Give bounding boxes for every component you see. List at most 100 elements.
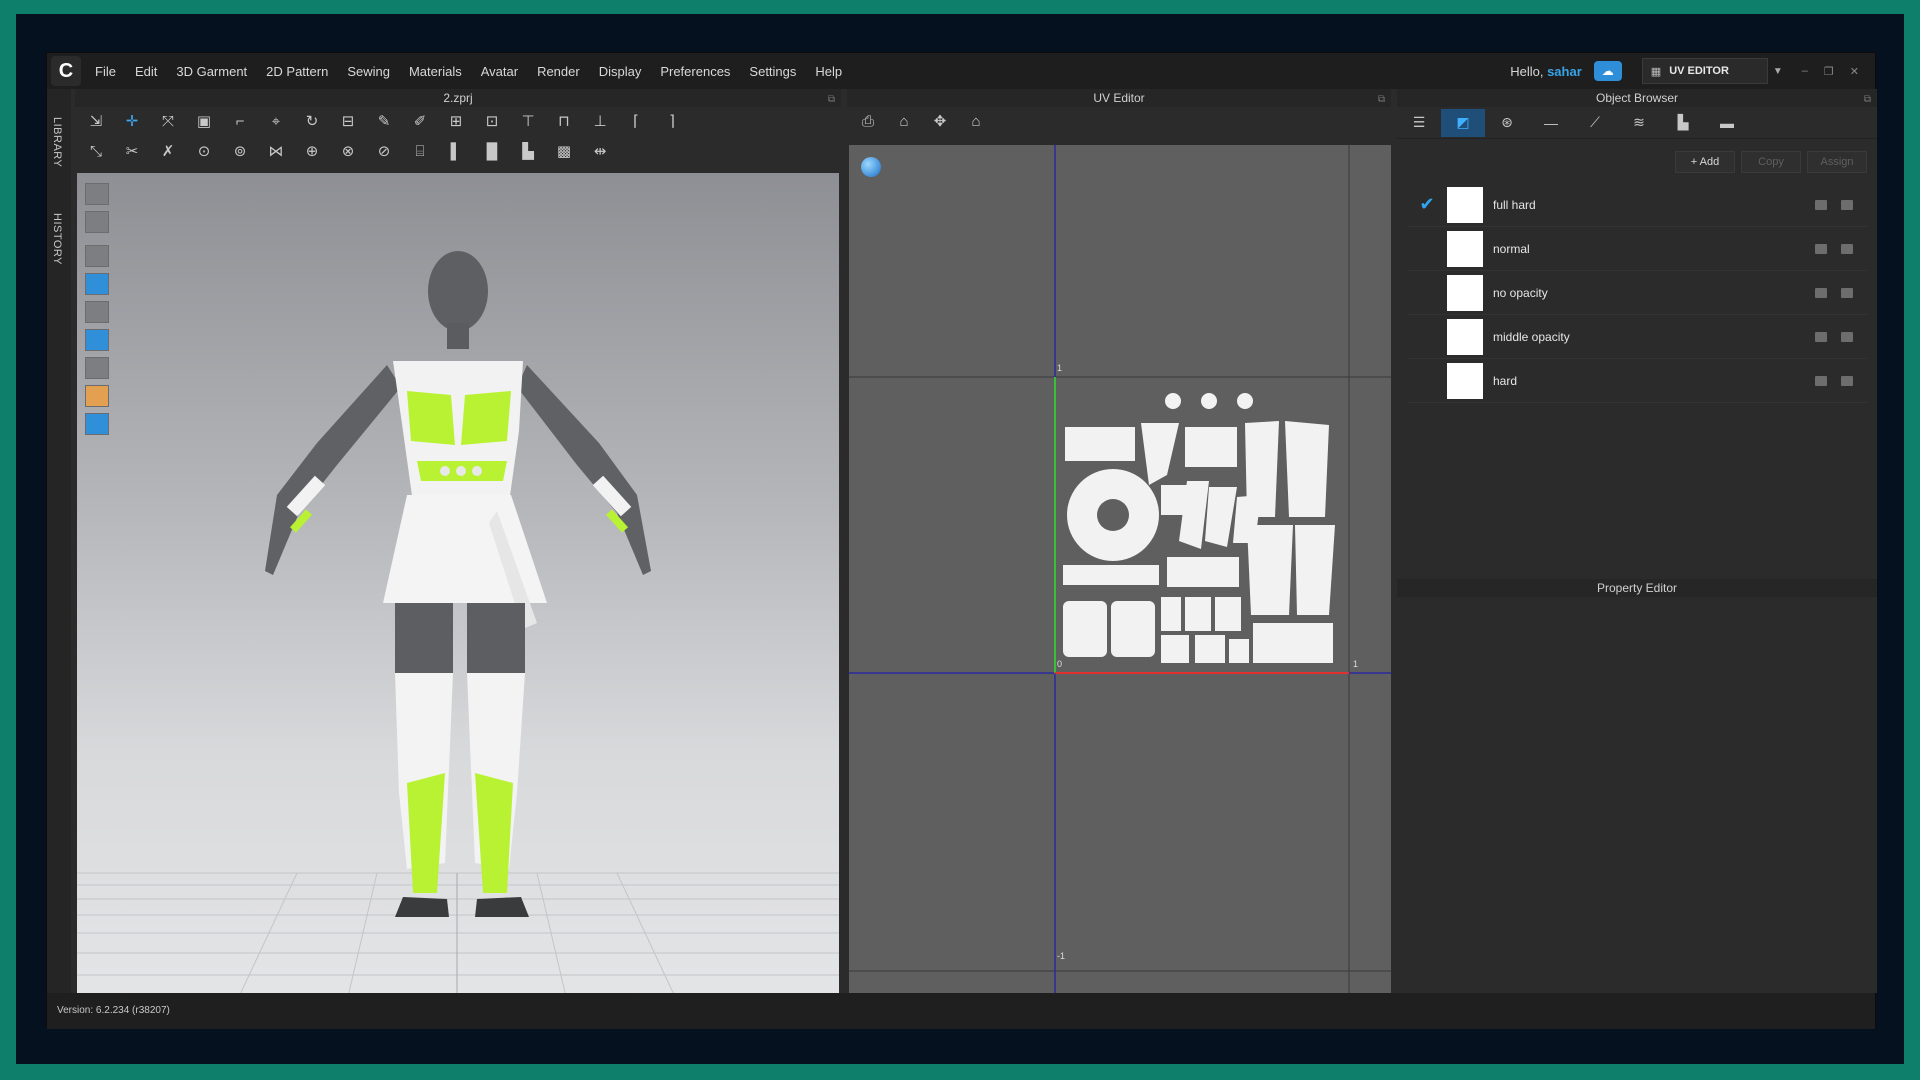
viewport-3d-canvas[interactable] [77,173,839,1001]
pin-tool-icon[interactable]: ⊟ [337,112,359,132]
uv-canvas[interactable]: 1 0 1 -1 [849,145,1391,993]
material-row[interactable]: no opacity [1407,271,1867,315]
uv-select-icon[interactable]: ⌂ [893,112,915,132]
measure-tool-icon[interactable]: ⌸ [409,142,431,162]
fabric-render-icon[interactable] [85,273,109,295]
graphic-tool-icon[interactable]: ⊗ [337,142,359,162]
move-tool-icon[interactable]: ✛ [121,112,143,132]
menu-2d-pattern[interactable]: 2D Pattern [266,64,328,79]
select-tool-icon[interactable]: ⇲ [85,112,107,132]
greeting-text: Hello, [1510,63,1548,79]
garment-select-icon[interactable]: ▣ [193,112,215,132]
list-view-icon[interactable]: ☰ [1397,109,1441,137]
solid-fill-icon[interactable]: ▩ [553,142,575,162]
fold-tool-icon[interactable]: ⌐ [229,112,251,132]
pen-tool-icon[interactable]: ✎ [373,112,395,132]
menu-sewing[interactable]: Sewing [347,64,390,79]
app-logo-icon[interactable]: C [51,56,81,86]
menu-settings[interactable]: Settings [749,64,796,79]
layer-tool-icon[interactable]: ⊡ [481,112,503,132]
delete-icon[interactable] [1841,375,1853,386]
trim-tool-icon[interactable]: ✗ [157,142,179,162]
duplicate-icon[interactable] [1815,243,1827,254]
restore-icon[interactable]: ❐ [1824,65,1834,78]
uv-sphere-icon[interactable] [861,157,881,177]
add-button[interactable]: + Add [1675,151,1735,173]
texture-display-icon[interactable] [85,245,109,267]
avatar-show-icon[interactable] [85,385,109,407]
minimize-icon[interactable]: – [1802,65,1808,77]
tab-history[interactable]: HISTORY [51,213,63,265]
puckering-tab-icon[interactable]: ≋ [1617,109,1661,137]
fill-tool-icon[interactable]: █ [481,142,503,162]
chevron-down-icon[interactable]: ▼ [1768,66,1788,77]
menu-3d-garment[interactable]: 3D Garment [176,64,247,79]
trim-tab-icon[interactable]: ▬ [1705,109,1749,137]
dress-tool-icon[interactable]: ⊥ [589,112,611,132]
button-tab-icon[interactable]: ⊛ [1485,109,1529,137]
jacket-tool-icon[interactable]: ⌉ [661,112,683,132]
rotate-tool-icon[interactable]: ↻ [301,112,323,132]
close-icon[interactable]: ✕ [1850,65,1859,78]
arrange-tool-icon[interactable]: ⊞ [445,112,467,132]
split-tool-icon[interactable]: ⇹ [589,142,611,162]
undock-icon[interactable]: ⧉ [828,91,835,109]
zipper-tab-icon[interactable]: ⟋ [1573,109,1617,137]
uv-scale-icon[interactable]: ⌂ [965,112,987,132]
avatar-display-icon[interactable] [85,183,109,205]
environment-icon[interactable] [85,413,109,435]
menu-file[interactable]: File [95,64,116,79]
material-row[interactable]: hard [1407,359,1867,403]
menu-preferences[interactable]: Preferences [660,64,730,79]
shaded-view-icon[interactable] [85,329,109,351]
zipper-tool-icon[interactable]: ⋈ [265,142,287,162]
camera-icon[interactable]: ⎙ [857,112,879,132]
tack-tool-icon[interactable]: ⌖ [265,112,287,132]
graphic-tab-icon[interactable]: ▙ [1661,109,1705,137]
wireframe-view-icon[interactable] [85,357,109,379]
material-row[interactable]: normal [1407,227,1867,271]
tab-library[interactable]: LIBRARY [51,117,63,167]
duplicate-icon[interactable] [1815,199,1827,210]
garment-display-icon[interactable] [85,211,109,233]
puckering-tool-icon[interactable]: ⊕ [301,142,323,162]
edit-texture-icon[interactable]: ▙ [517,142,539,162]
menu-display[interactable]: Display [599,64,642,79]
duplicate-icon[interactable] [1815,287,1827,298]
assign-button[interactable]: Assign [1807,151,1867,173]
cloud-sync-icon[interactable]: ☁ [1593,61,1622,81]
delete-icon[interactable] [1841,199,1853,210]
fabric-tab-icon[interactable]: ◩ [1441,108,1485,137]
buttonhole-tool-icon[interactable]: ⊚ [229,142,251,162]
transform-tool-icon[interactable]: ⤧ [157,112,179,132]
stitch-tool-icon[interactable]: ✂ [121,142,143,162]
delete-icon[interactable] [1841,243,1853,254]
pants-tool-icon[interactable]: ⊓ [553,112,575,132]
username[interactable]: sahar [1547,64,1582,79]
topstitch-tab-icon[interactable]: — [1529,109,1573,137]
menu-materials[interactable]: Materials [409,64,462,79]
menu-avatar[interactable]: Avatar [481,64,518,79]
duplicate-icon[interactable] [1815,331,1827,342]
delete-icon[interactable] [1841,331,1853,342]
mode-selector[interactable]: ▦ UV EDITOR [1641,58,1768,84]
sew-tool-icon[interactable]: ⤡ [85,142,107,162]
shirt-tool-icon[interactable]: ⊤ [517,112,539,132]
brush-tool-icon[interactable]: ✐ [409,112,431,132]
duplicate-icon[interactable] [1815,375,1827,386]
undock-icon[interactable]: ⧉ [1378,91,1385,109]
avatar-skin-icon[interactable] [85,301,109,323]
button-tool-icon[interactable]: ⊙ [193,142,215,162]
texture-tool-icon[interactable]: ⊘ [373,142,395,162]
menu-help[interactable]: Help [815,64,842,79]
uv-move-icon[interactable]: ✥ [929,112,951,132]
fit-tool-icon[interactable]: ⌈ [625,112,647,132]
undock-icon[interactable]: ⧉ [1864,91,1871,109]
copy-button[interactable]: Copy [1741,151,1801,173]
menu-render[interactable]: Render [537,64,580,79]
material-row[interactable]: ✔ full hard [1407,183,1867,227]
delete-icon[interactable] [1841,287,1853,298]
menu-edit[interactable]: Edit [135,64,157,79]
tape-tool-icon[interactable]: ▌ [445,142,467,162]
material-row[interactable]: middle opacity [1407,315,1867,359]
